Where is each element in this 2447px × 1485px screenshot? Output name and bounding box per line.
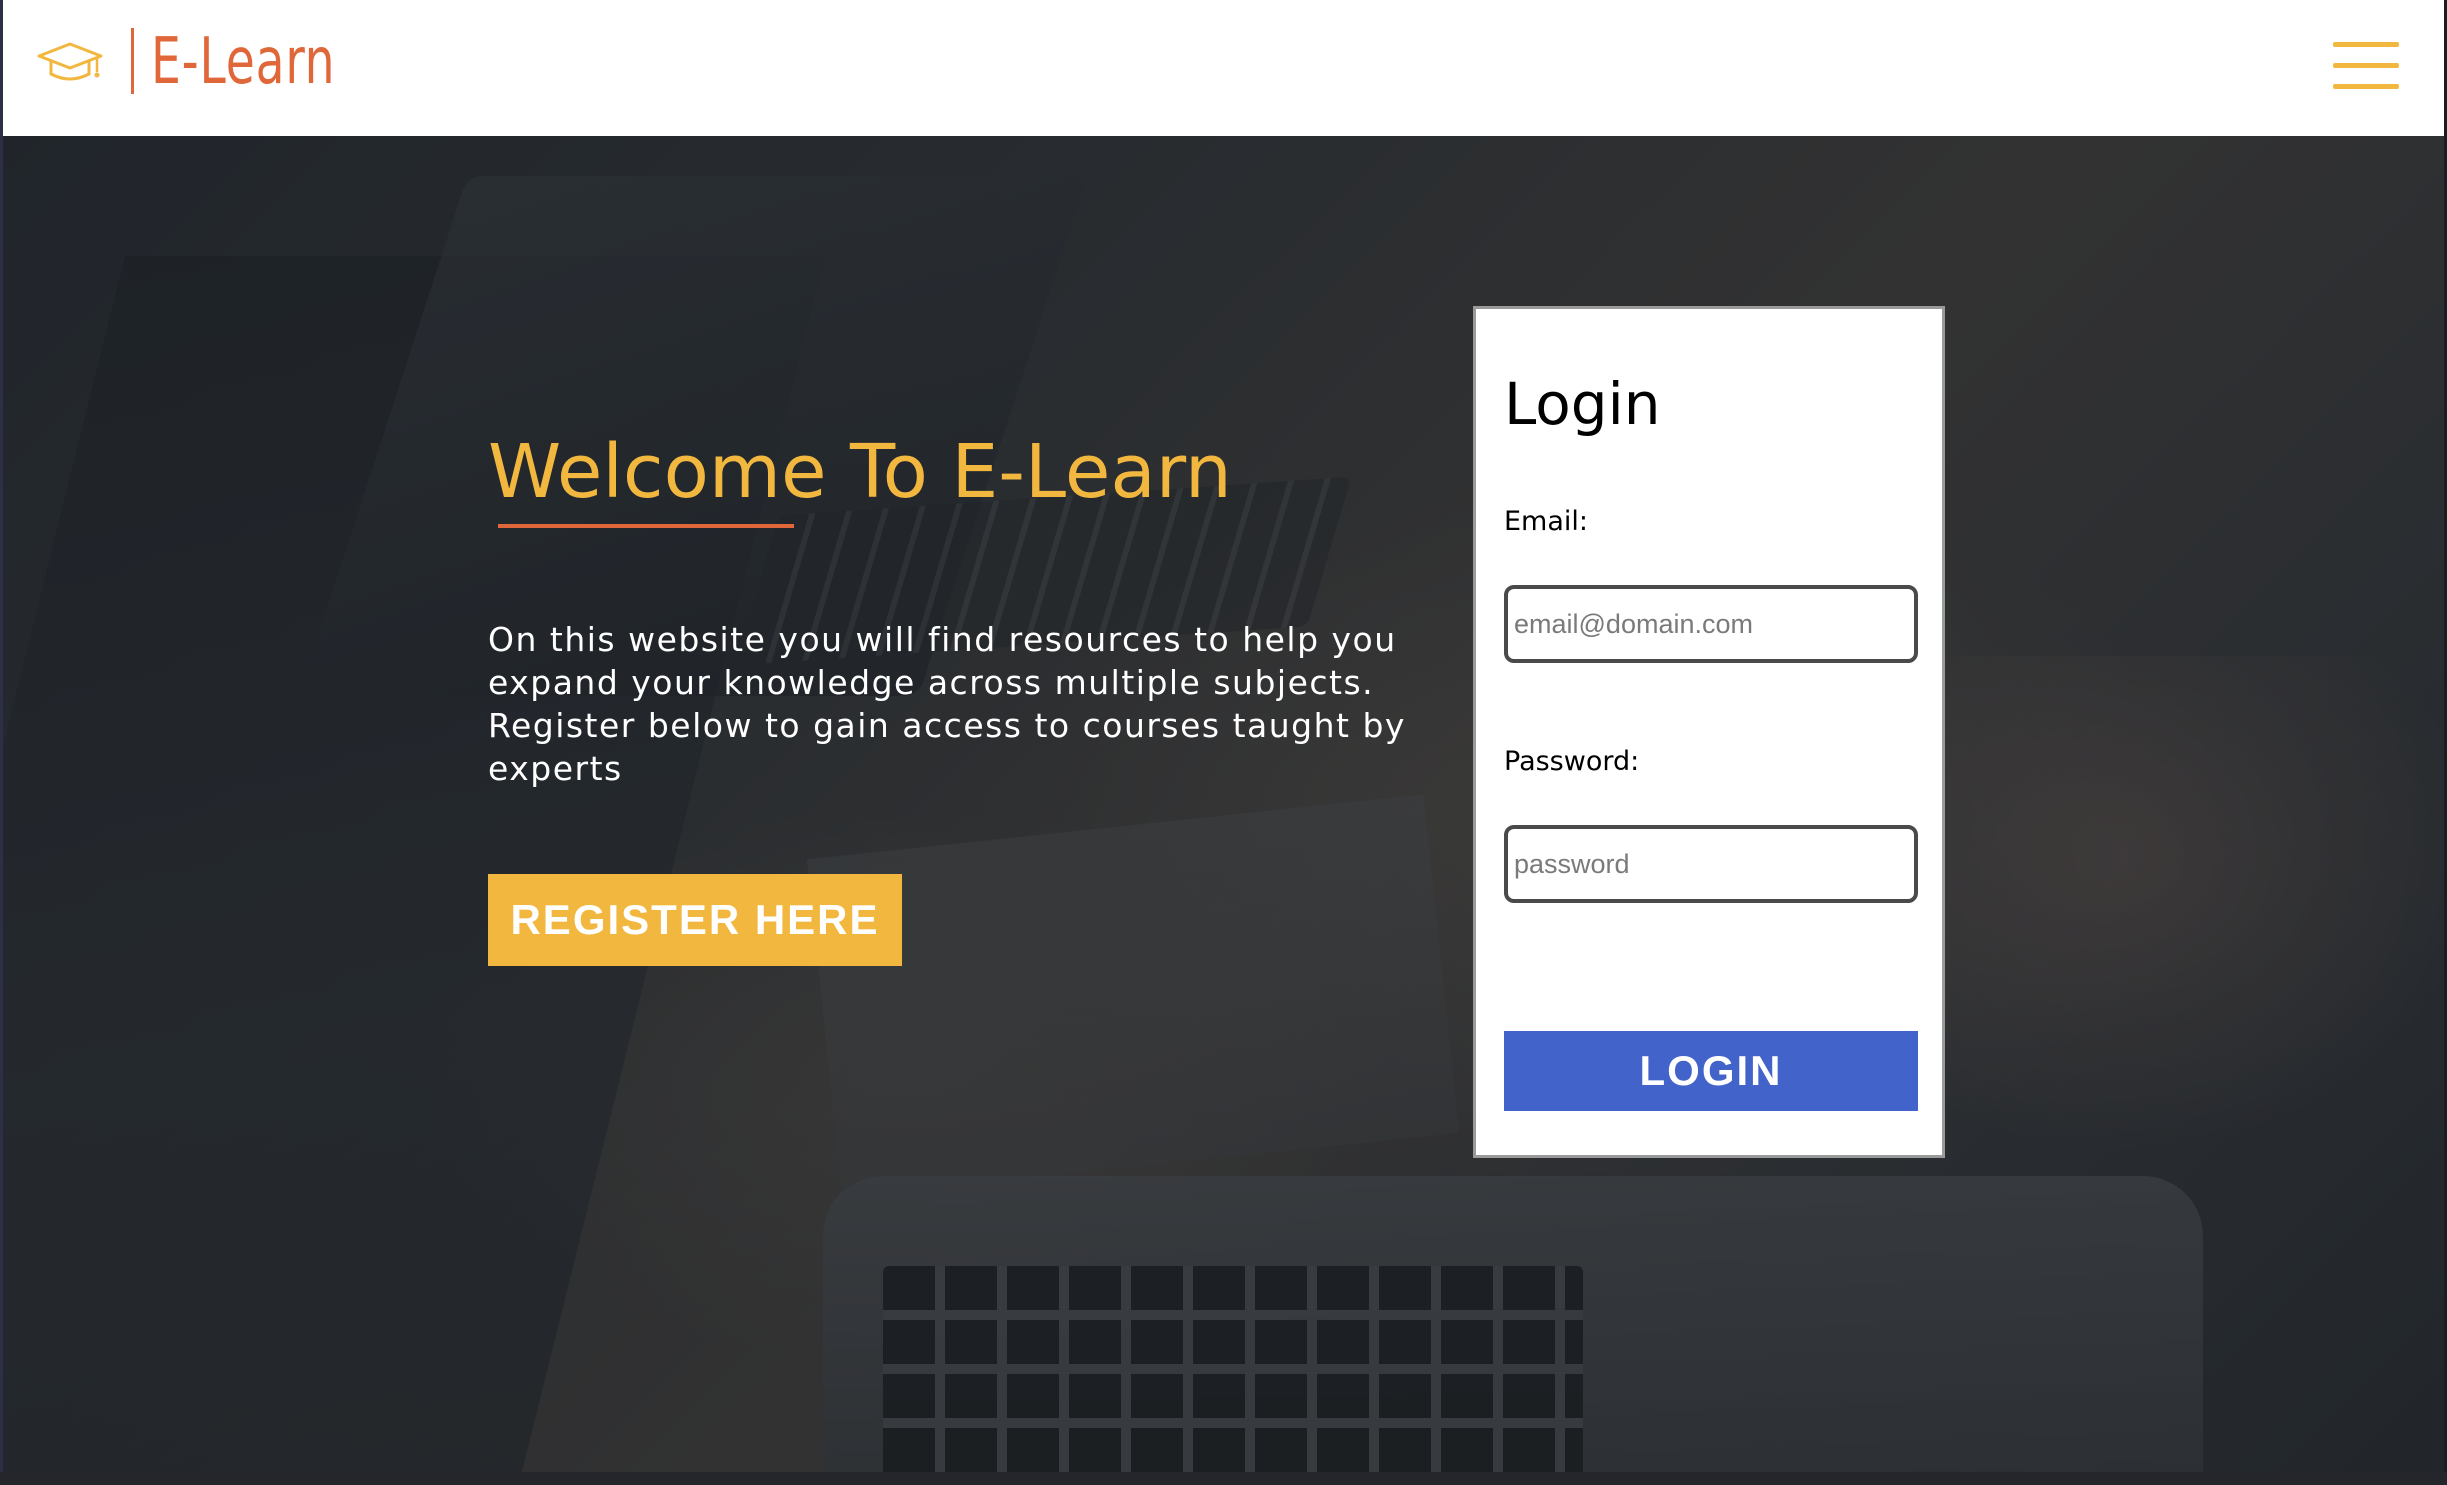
brand-logo-text[interactable]: E-Learn bbox=[151, 24, 335, 100]
bottom-status-strip bbox=[0, 1472, 2447, 1485]
hamburger-menu-icon[interactable] bbox=[2333, 40, 2399, 92]
email-field[interactable] bbox=[1504, 585, 1918, 663]
graduation-cap-icon bbox=[37, 42, 103, 81]
heading-underline bbox=[498, 524, 794, 528]
hero-dark-overlay bbox=[3, 136, 2444, 1472]
welcome-heading: Welcome To E-Learn bbox=[488, 429, 1232, 515]
hero-section bbox=[3, 136, 2444, 1472]
welcome-description: On this website you will find resources … bbox=[488, 620, 1406, 788]
login-form: Login Email: Password: LOGIN bbox=[1473, 306, 1945, 1158]
password-field[interactable] bbox=[1504, 825, 1918, 903]
site-header: E-Learn bbox=[3, 0, 2444, 136]
email-label: Email: bbox=[1504, 506, 1589, 537]
login-title: Login bbox=[1504, 370, 1661, 438]
logo-divider bbox=[131, 28, 134, 94]
password-label: Password: bbox=[1504, 746, 1640, 777]
login-button[interactable]: LOGIN bbox=[1504, 1031, 1918, 1111]
register-button[interactable]: REGISTER HERE bbox=[488, 874, 902, 966]
